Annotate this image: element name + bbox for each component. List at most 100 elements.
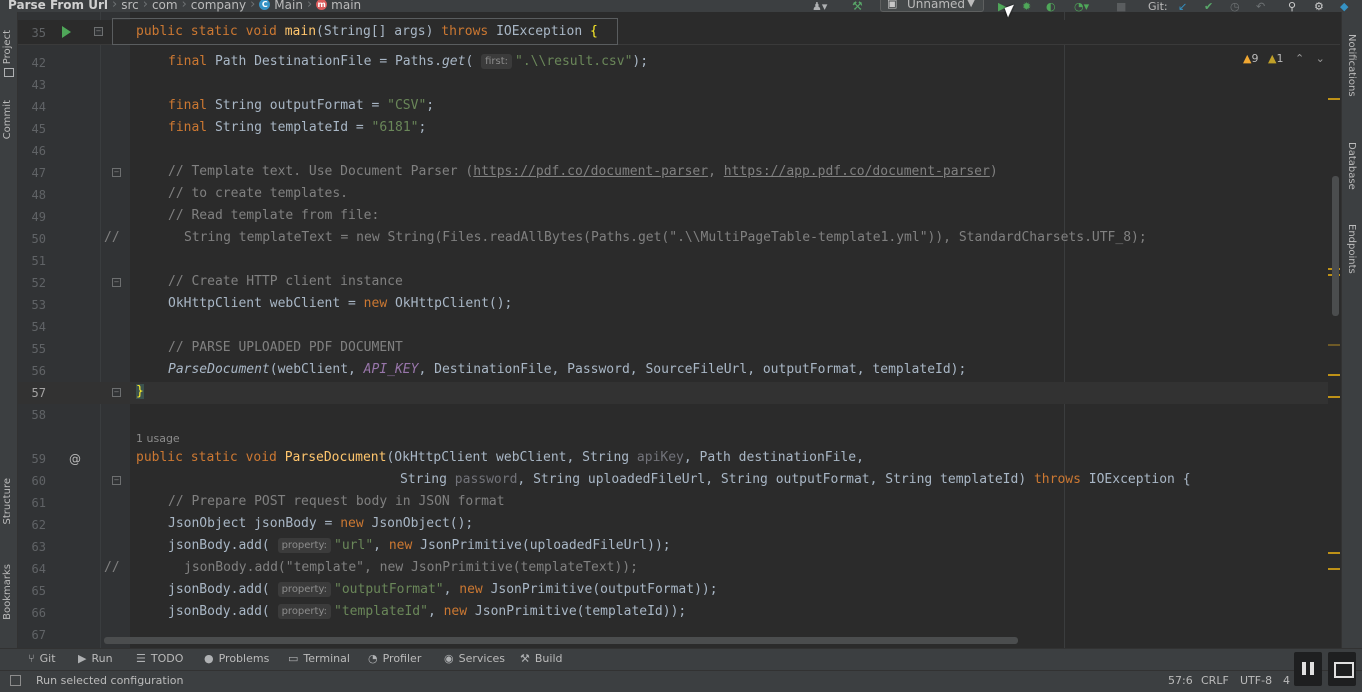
code-line[interactable]: 66 jsonBody.add( property: "templateId", … [18, 602, 1328, 624]
vertical-scrollbar[interactable] [1332, 176, 1339, 316]
code-line[interactable]: 46 [18, 140, 1328, 162]
tab-build[interactable]: ⚒ Build [520, 652, 563, 665]
code-line[interactable]: 44 final String outputFormat = "CSV"; [18, 96, 1328, 118]
warning-stripe-mark[interactable] [1328, 568, 1340, 570]
git-update-icon[interactable]: ↙ [1178, 0, 1187, 12]
code-line-current[interactable]: 57 − } [18, 382, 1328, 404]
code-line[interactable]: 47 − // Template text. Use Document Pars… [18, 162, 1328, 184]
warning-count: 9 [1251, 52, 1259, 65]
code-line[interactable]: 60 − String password, String uploadedFil… [18, 470, 1328, 492]
user-icon[interactable]: ♟▾ [812, 0, 827, 12]
breadcrumb-src[interactable]: src [121, 0, 139, 12]
code-line[interactable]: 63 jsonBody.add( property: "url", new Jso… [18, 536, 1328, 558]
chevron-up-icon[interactable]: ⌃ [1295, 52, 1304, 65]
breadcrumb-separator: › [142, 0, 148, 12]
run-configuration-label: Unnamed [907, 0, 966, 11]
code-line[interactable]: 65 jsonBody.add( property: "outputFormat"… [18, 580, 1328, 602]
code-line[interactable]: 42 final Path DestinationFile = Paths.ge… [18, 52, 1328, 74]
search-icon[interactable]: ⚲ [1288, 0, 1296, 12]
warning-stripe-mark[interactable] [1328, 98, 1340, 100]
line-number: 64 [31, 562, 46, 576]
class-icon: C [259, 0, 271, 10]
tab-profiler[interactable]: ◔ Profiler [368, 652, 421, 665]
breadcrumb-com[interactable]: com [152, 0, 178, 12]
caret-position[interactable]: 57:6 [1168, 674, 1193, 687]
indent-setting[interactable]: 4 [1283, 674, 1290, 687]
line-separator[interactable]: CRLF [1201, 674, 1229, 687]
gear-icon[interactable]: ⚙ [1314, 0, 1324, 12]
code-line[interactable]: 55 // PARSE UPLOADED PDF DOCUMENT [18, 338, 1328, 360]
tool-windows-icon[interactable] [10, 675, 21, 686]
rollback-icon[interactable]: ↶ [1256, 0, 1265, 12]
git-commit-icon[interactable]: ✔ [1204, 0, 1213, 12]
code-line[interactable]: 45 final String templateId = "6181"; [18, 118, 1328, 140]
tab-bookmarks[interactable]: Bookmarks [2, 564, 13, 620]
app-doc-parser-link[interactable]: https://app.pdf.co/document-parser [724, 164, 990, 179]
profile-icon[interactable]: ◔▾ [1074, 0, 1089, 12]
tab-notifications[interactable]: Notifications [1346, 34, 1357, 97]
override-icon[interactable]: @ [69, 452, 81, 466]
jetbrains-icon[interactable]: ◆ [1340, 0, 1348, 12]
fold-icon[interactable]: − [112, 278, 121, 287]
tab-git[interactable]: ⑂ Git [28, 652, 56, 665]
fold-icon[interactable]: − [112, 476, 121, 485]
build-hammer-icon[interactable]: ⚒ [852, 0, 863, 12]
tab-services[interactable]: ◉ Services [444, 652, 505, 665]
sticky-lines-header[interactable]: 35 public static void main(String[] args… [18, 20, 1340, 45]
code-line[interactable]: 52 − // Create HTTP client instance [18, 272, 1328, 294]
horizontal-scrollbar[interactable] [104, 637, 1018, 644]
code-line[interactable]: 43 [18, 74, 1328, 96]
screen-share-button[interactable] [1328, 652, 1356, 686]
warning-stripe-mark[interactable] [1328, 396, 1340, 398]
line-number: 44 [31, 100, 46, 114]
breadcrumb-main-class[interactable]: Main [274, 0, 303, 12]
debug-icon[interactable]: ✹ [1022, 0, 1031, 12]
code-line[interactable]: 61 // Prepare POST request body in JSON … [18, 492, 1328, 514]
code-line[interactable]: 53 OkHttpClient webClient = new OkHttpCl… [18, 294, 1328, 316]
services-icon: ◉ [444, 652, 454, 665]
tab-project[interactable]: Project [2, 30, 13, 64]
history-icon[interactable]: ◷ [1230, 0, 1240, 12]
coverage-icon[interactable]: ◐ [1046, 0, 1056, 12]
code-line[interactable]: 56 ParseDocument(webClient, API_KEY, Des… [18, 360, 1328, 382]
file-encoding[interactable]: UTF-8 [1240, 674, 1272, 687]
code-line[interactable]: 59 public static void ParseDocument(OkHt… [18, 448, 1328, 470]
code-line[interactable]: 64 // jsonBody.add("template", new JsonP… [18, 558, 1328, 580]
tab-problems[interactable]: ● Problems [204, 652, 269, 665]
fold-icon[interactable]: − [112, 168, 121, 177]
code-line[interactable]: 62 JsonObject jsonBody = new JsonObject(… [18, 514, 1328, 536]
tab-database[interactable]: Database [1346, 142, 1357, 190]
tab-todo[interactable]: ☰ TODO [136, 652, 183, 665]
tab-commit[interactable]: Commit [2, 100, 13, 139]
code-line[interactable]: 54 [18, 316, 1328, 338]
weak-warning-stripe-mark[interactable] [1328, 344, 1340, 346]
pause-recording-button[interactable] [1294, 652, 1322, 686]
chevron-down-icon[interactable]: ⌄ [1316, 52, 1325, 65]
code-line[interactable]: 48 // to create templates. [18, 184, 1328, 206]
warning-stripe-mark[interactable] [1328, 552, 1340, 554]
fold-icon[interactable]: − [112, 388, 121, 397]
code-line[interactable]: 51 [18, 250, 1328, 272]
folder-icon[interactable] [4, 68, 14, 77]
inspection-widget[interactable]: ▲9 ▲1 ⌃ ⌄ [1243, 52, 1325, 65]
tab-run[interactable]: ▶ Run [78, 652, 113, 665]
code-line[interactable]: 58 [18, 404, 1328, 426]
breadcrumb-project[interactable]: Parse From Url [8, 0, 108, 12]
breadcrumb-company[interactable]: company [191, 0, 246, 12]
breadcrumb-main-method[interactable]: main [331, 0, 361, 12]
doc-parser-link[interactable]: https://pdf.co/document-parser [473, 164, 708, 179]
code-line[interactable]: 50 // String templateText = new String(F… [18, 228, 1328, 250]
usages-hint[interactable]: 1 usage [136, 432, 180, 445]
run-gutter-icon[interactable] [62, 26, 71, 38]
code-line[interactable]: 49 // Read template from file: [18, 206, 1328, 228]
stop-icon[interactable]: ■ [1116, 0, 1126, 12]
tab-structure[interactable]: Structure [2, 478, 13, 525]
line-number: 53 [31, 298, 46, 312]
tab-endpoints[interactable]: Endpoints [1346, 224, 1357, 274]
line-number: 47 [31, 166, 46, 180]
run-configuration-select[interactable]: ▣ Unnamed ▼ [880, 0, 984, 12]
line-number: 66 [31, 606, 46, 620]
warning-stripe-mark[interactable] [1328, 374, 1340, 376]
fold-icon[interactable]: − [94, 27, 103, 36]
tab-terminal[interactable]: ▭ Terminal [288, 652, 350, 665]
